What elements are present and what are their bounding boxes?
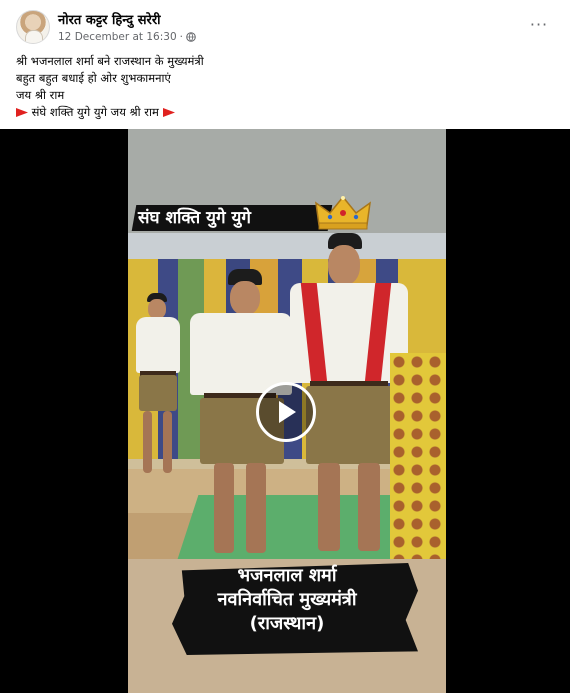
caption-line-4: संघे शक्ति युगे युगे जय श्री राम: [16, 104, 556, 121]
overlay-top-text: संघ शक्ति युगे युगे: [138, 208, 251, 228]
post-timestamp[interactable]: 12 December at 16:30: [58, 31, 177, 43]
caption-line-1: श्री भजनलाल शर्मा बने राजस्थान के मुख्यम…: [16, 54, 204, 68]
meta-separator: ·: [179, 31, 183, 43]
red-flag-icon: [162, 108, 175, 117]
caption-line-4-text: संघे शक्ति युगे युगे जय श्री राम: [31, 105, 159, 119]
overlay-name-text: भजनलाल शर्मा: [237, 565, 337, 586]
author-name[interactable]: नोरत कट्टर हिन्दु सरेरी: [58, 10, 161, 28]
post-meta: 12 December at 16:30 ·: [58, 31, 196, 43]
caption-line-3: जय श्री राम: [16, 88, 65, 102]
more-options-icon: ···: [529, 15, 549, 34]
red-flag-icon: [16, 108, 28, 117]
more-options-button[interactable]: ···: [528, 14, 550, 36]
overlay-state-text: (राजस्थान): [249, 613, 325, 634]
globe-icon: [186, 32, 196, 42]
crown-icon: [315, 195, 371, 230]
caption-line-2: बहुत बहुत बधाई हो ओर शुभकामनाएं: [16, 71, 171, 85]
play-button[interactable]: [256, 382, 316, 442]
post-header: नोरत कट्टर हिन्दु सरेरी 12 December at 1…: [0, 0, 570, 50]
play-icon: [279, 401, 296, 423]
overlay-title-text: नवनिर्वाचित मुख्यमंत्री: [217, 589, 357, 610]
video-player[interactable]: संघ शक्ति युगे युगे भजनलाल शर्मा नवनिर्व…: [0, 129, 570, 693]
author-avatar[interactable]: [16, 10, 50, 44]
post-caption: श्री भजनलाल शर्मा बने राजस्थान के मुख्यम…: [16, 53, 556, 121]
